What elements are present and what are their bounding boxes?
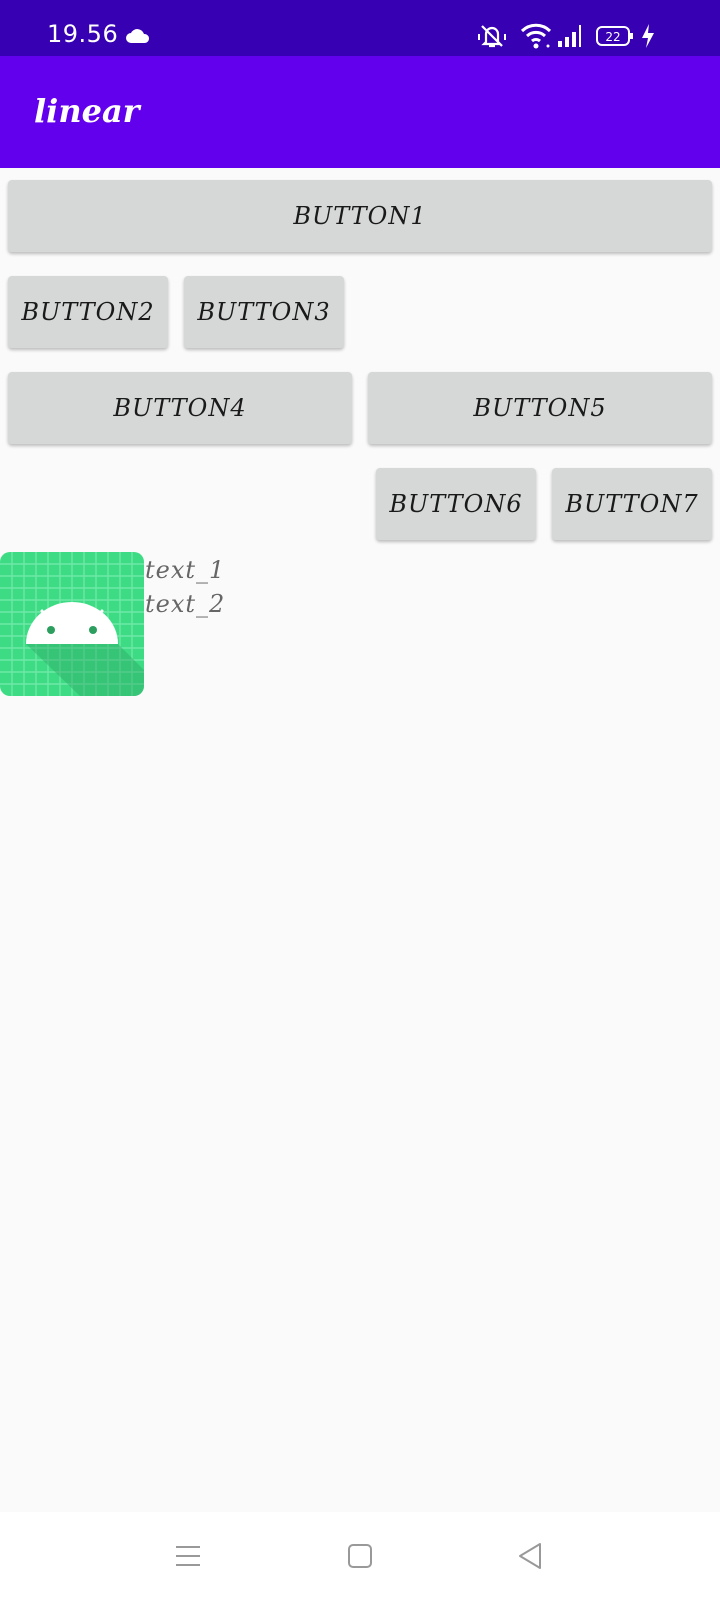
status-bar: 19.56 22 [0, 0, 720, 56]
cloud-icon [126, 29, 150, 43]
status-icons: 22 [476, 22, 676, 50]
button1[interactable]: BUTTON1 [8, 180, 712, 252]
vibrate-mute-icon [478, 25, 506, 48]
back-icon[interactable] [516, 1542, 544, 1570]
button2[interactable]: BUTTON2 [8, 276, 168, 348]
button3[interactable]: BUTTON3 [184, 276, 344, 348]
text-2: text_2 [145, 590, 226, 618]
charging-icon [642, 24, 654, 48]
wifi-icon [520, 23, 552, 49]
text-1: text_1 [145, 556, 226, 584]
navigation-bar [0, 1512, 720, 1600]
android-logo-image [0, 552, 144, 696]
button7[interactable]: BUTTON7 [552, 468, 712, 540]
app-bar: linear [0, 56, 720, 168]
button5[interactable]: BUTTON5 [368, 372, 712, 444]
battery-icon: 22 [596, 26, 633, 46]
button4[interactable]: BUTTON4 [8, 372, 352, 444]
battery-level: 22 [605, 30, 620, 44]
app-title: linear [34, 92, 140, 130]
android-robot-icon [0, 552, 144, 696]
menu-icon[interactable] [174, 1542, 202, 1570]
home-icon[interactable] [346, 1542, 374, 1570]
signal-icon [558, 25, 581, 47]
button6[interactable]: BUTTON6 [376, 468, 536, 540]
status-time: 19.56 [47, 20, 119, 48]
